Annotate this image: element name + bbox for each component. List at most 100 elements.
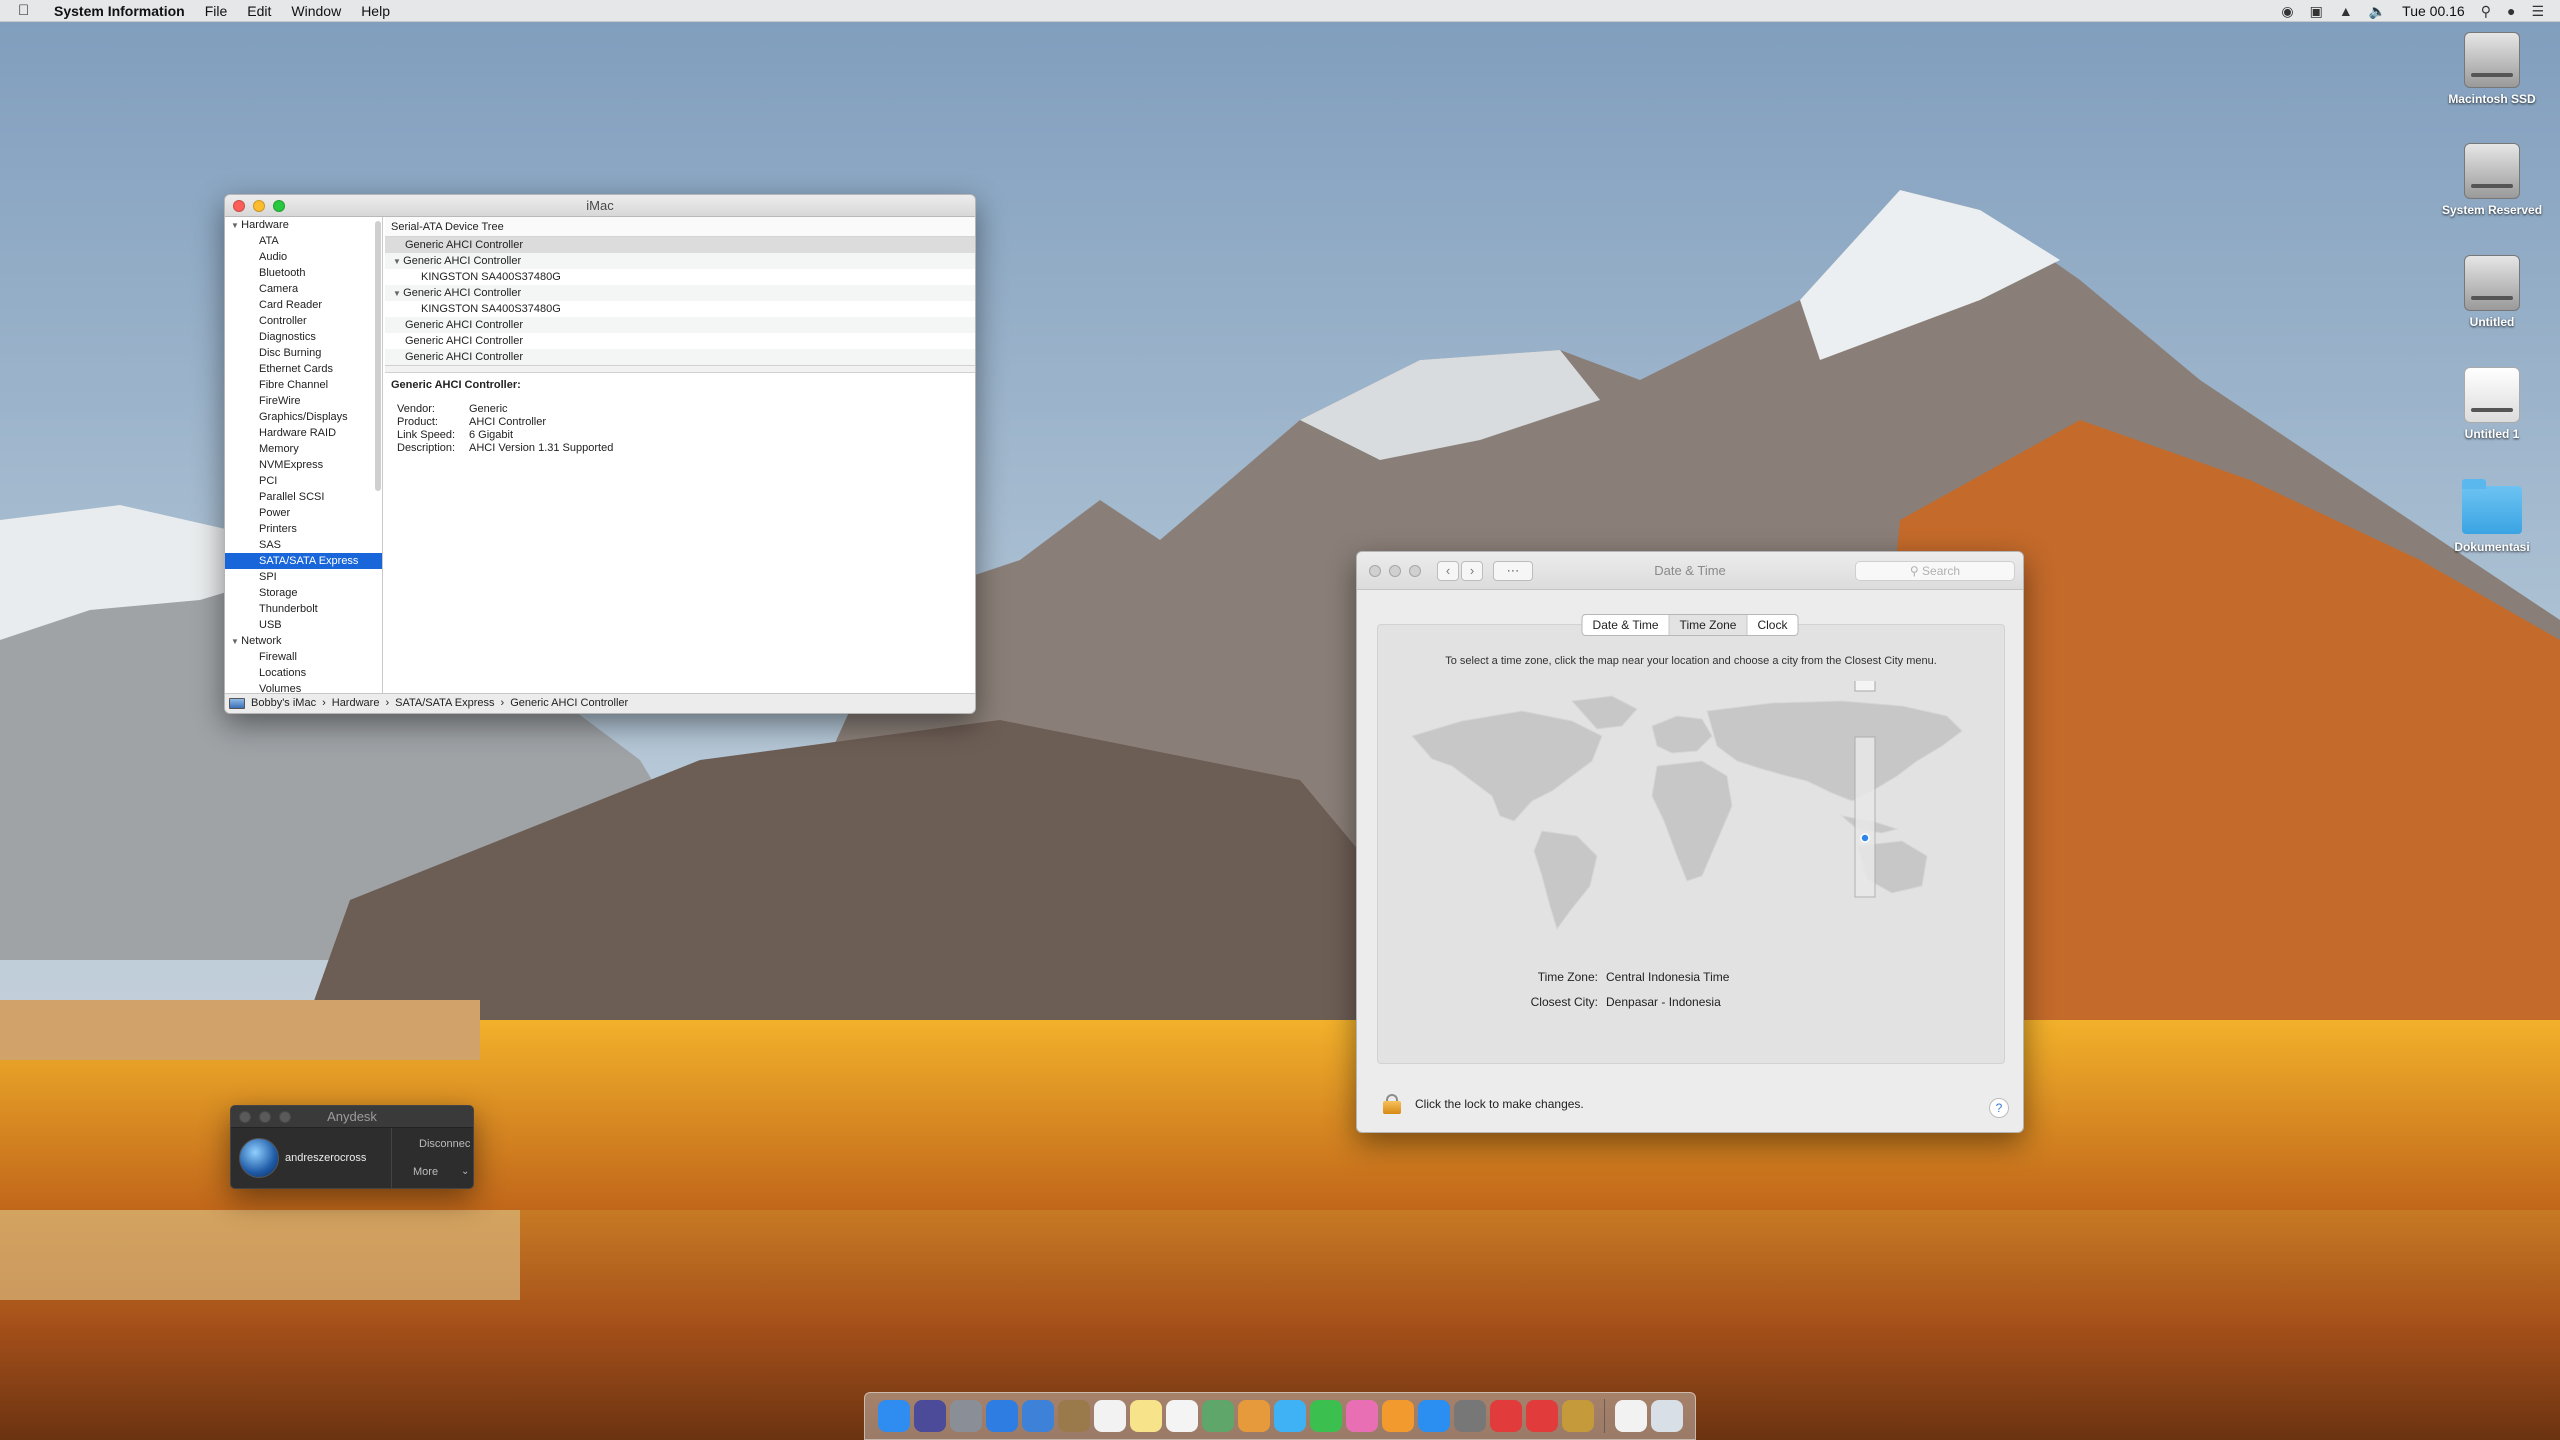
sidebar-item[interactable]: Disc Burning [225,345,382,361]
sidebar-item[interactable]: Locations [225,665,382,681]
sidebar-item[interactable]: Storage [225,585,382,601]
dock-system-preferences-icon[interactable] [1453,1400,1486,1432]
sidebar-item[interactable]: SATA/SATA Express [225,553,382,569]
close-button[interactable] [233,200,245,212]
sidebar-item[interactable]: PCI [225,473,382,489]
dock-anydesk-icon[interactable] [1489,1400,1522,1432]
close-button[interactable] [239,1111,251,1123]
sidebar-item[interactable]: Hardware RAID [225,425,382,441]
desktop-icon-untitled[interactable]: Untitled [2432,255,2552,329]
sidebar-item[interactable]: Audio [225,249,382,265]
dock-safari-icon[interactable] [985,1400,1018,1432]
volume-icon[interactable]: 🔈 [2369,3,2386,20]
tree-row[interactable]: KINGSTON SA400S37480G [385,269,975,285]
desktop-icon-untitled-1[interactable]: Untitled 1 [2432,367,2552,441]
sidebar-item[interactable]: Memory [225,441,382,457]
tree-row[interactable]: Generic AHCI Controller [385,285,975,301]
notification-center-icon[interactable]: ☰ [2531,3,2544,20]
dock-system-information-icon[interactable] [1561,1400,1594,1432]
sidebar-item[interactable]: Card Reader [225,297,382,313]
closest-city-value[interactable]: Denpasar - Indonesia [1606,990,1721,1015]
dock-photos-icon[interactable] [1237,1400,1270,1432]
sidebar-group[interactable]: Hardware [225,217,382,233]
zoom-button[interactable] [279,1111,291,1123]
dock-reminders-icon[interactable] [1165,1400,1198,1432]
dock-facetime-icon[interactable] [1309,1400,1342,1432]
apple-menu-icon[interactable]:  [18,2,38,19]
tree-row[interactable]: Generic AHCI Controller [385,349,975,365]
path-item[interactable]: SATA/SATA Express [395,694,494,713]
spotlight-search-icon[interactable]: ⚲ [2481,3,2491,20]
window-toolbar[interactable]: Date & Time ‹ › ⋯ ⚲ Search [1357,552,2023,590]
sidebar-item[interactable]: Diagnostics [225,329,382,345]
help-button[interactable]: ? [1989,1098,2009,1118]
anydesk-status-icon[interactable]: ◉ [2281,3,2293,20]
path-item[interactable]: Hardware [332,694,380,713]
sidebar-item[interactable]: Printers [225,521,382,537]
window-titlebar[interactable]: Anydesk [231,1106,473,1128]
sidebar-item[interactable]: Graphics/Displays [225,409,382,425]
menu-file[interactable]: File [205,3,228,19]
user-account-icon[interactable]: ● [2507,3,2515,19]
tab-time-zone[interactable]: Time Zone [1669,615,1748,635]
location-pin-icon[interactable] [1860,833,1870,843]
desktop-icon-system-reserved[interactable]: System Reserved [2432,143,2552,217]
sidebar-item[interactable]: SPI [225,569,382,585]
desktop-icon-macintosh-ssd[interactable]: Macintosh SSD [2432,32,2552,106]
sidebar-item[interactable]: FireWire [225,393,382,409]
minimize-button[interactable] [253,200,265,212]
sidebar-item[interactable]: NVMExpress [225,457,382,473]
display-icon[interactable]: ▣ [2310,3,2323,20]
split-view-divider[interactable] [385,365,975,373]
world-time-zone-map[interactable] [1402,681,1982,931]
window-titlebar[interactable]: iMac [225,195,975,217]
desktop-icon-dokumentasi[interactable]: Dokumentasi [2432,479,2552,554]
dock-siri-icon[interactable] [913,1400,946,1432]
sidebar-item[interactable]: Camera [225,281,382,297]
minimize-button[interactable] [259,1111,271,1123]
sidebar-item[interactable]: SAS [225,537,382,553]
sidebar-item[interactable]: Parallel SCSI [225,489,382,505]
sidebar-group[interactable]: Network [225,633,382,649]
tree-row[interactable]: Generic AHCI Controller [385,237,975,253]
sidebar-item[interactable]: Thunderbolt [225,601,382,617]
dock-calendar-icon[interactable] [1093,1400,1126,1432]
lock-icon[interactable] [1383,1094,1401,1114]
tree-row[interactable]: Generic AHCI Controller [385,317,975,333]
sidebar-item[interactable]: Ethernet Cards [225,361,382,377]
dock-app-store-icon[interactable] [1417,1400,1450,1432]
dock-finder-icon[interactable] [877,1400,910,1432]
show-all-grid-icon[interactable]: ⋯ [1493,561,1533,581]
wifi-icon[interactable]: ▲ [2339,3,2353,19]
zoom-button[interactable] [273,200,285,212]
dock-trash-icon[interactable] [1650,1400,1683,1432]
search-field[interactable]: ⚲ Search [1855,561,2015,581]
tree-row[interactable]: Generic AHCI Controller [385,253,975,269]
menu-help[interactable]: Help [361,3,390,19]
dock-mail-icon[interactable] [1021,1400,1054,1432]
sidebar-scrollbar[interactable] [375,221,381,491]
dock-notes-book-icon[interactable] [1057,1400,1090,1432]
dock-itunes-icon[interactable] [1345,1400,1378,1432]
sidebar-item[interactable]: Controller [225,313,382,329]
sidebar-item[interactable]: USB [225,617,382,633]
tree-row[interactable]: Generic AHCI Controller [385,333,975,349]
dock-launchpad-icon[interactable] [949,1400,982,1432]
chevron-down-icon[interactable]: ⌄ [461,1166,469,1177]
more-button[interactable]: More [413,1166,438,1178]
sidebar-item[interactable]: Bluetooth [225,265,382,281]
sidebar-item[interactable]: Fibre Channel [225,377,382,393]
sidebar-item[interactable]: Power [225,505,382,521]
forward-button[interactable]: › [1461,561,1483,581]
path-item[interactable]: Bobby's iMac [251,694,316,713]
menu-edit[interactable]: Edit [247,3,271,19]
dock-documents-icon[interactable] [1614,1400,1647,1432]
tree-row[interactable]: KINGSTON SA400S37480G [385,301,975,317]
tree-header[interactable]: Serial-ATA Device Tree [385,217,975,237]
disconnect-button[interactable]: Disconnec [419,1138,470,1150]
back-button[interactable]: ‹ [1437,561,1459,581]
path-item[interactable]: Generic AHCI Controller [510,694,628,713]
menu-window[interactable]: Window [291,3,341,19]
dock-ibooks-icon[interactable] [1381,1400,1414,1432]
dock-anydesk-2-icon[interactable] [1525,1400,1558,1432]
